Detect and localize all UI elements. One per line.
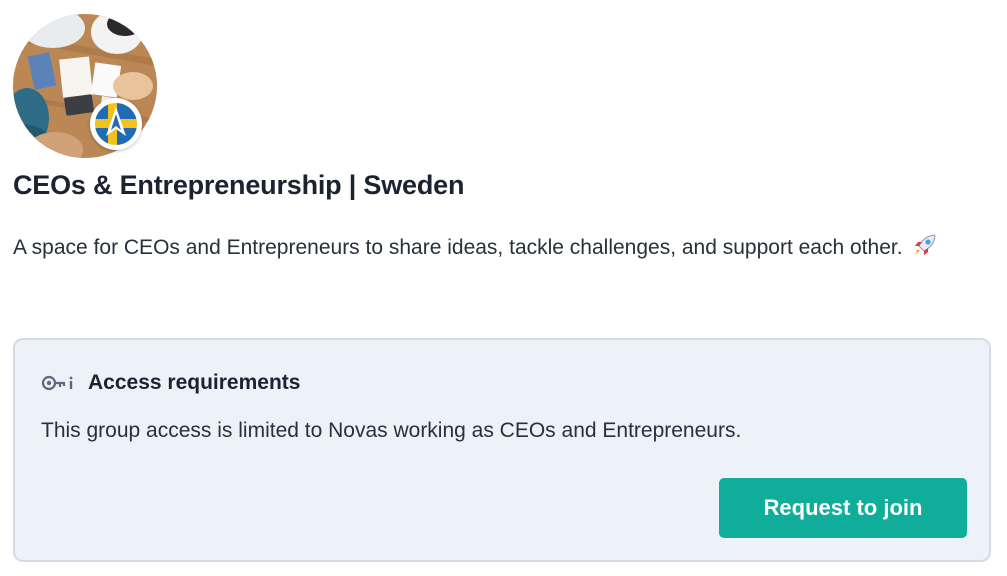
nova-logo-swedish-flag-icon (93, 101, 139, 147)
group-description: A space for CEOs and Entrepreneurs to sh… (13, 230, 1003, 270)
access-header: Access requirements (41, 368, 300, 398)
access-requirements-card: Access requirements This group access is… (13, 338, 991, 562)
access-requirements-title: Access requirements (88, 371, 301, 394)
access-requirements-text: This group access is limited to Novas wo… (41, 419, 742, 442)
rocket-icon (912, 232, 938, 270)
nova-logo-badge (90, 98, 142, 150)
group-title: CEOs & Entrepreneurship | Sweden (13, 170, 465, 200)
group-description-text: A space for CEOs and Entrepreneurs to sh… (13, 236, 903, 259)
request-to-join-button[interactable]: Request to join (719, 478, 967, 538)
key-icon (41, 375, 73, 391)
